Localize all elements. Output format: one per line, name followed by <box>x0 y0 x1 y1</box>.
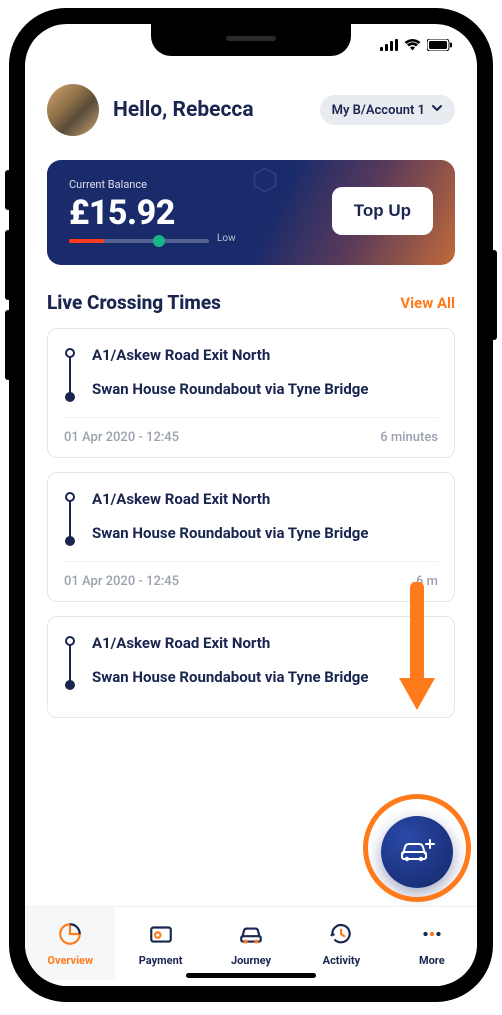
balance-label: Current Balance <box>69 178 332 191</box>
pie-chart-icon <box>57 921 83 950</box>
battery-icon <box>427 39 453 51</box>
route-line-icon <box>64 489 78 547</box>
avatar[interactable] <box>47 84 99 136</box>
tab-payment[interactable]: Payment <box>115 907 205 980</box>
crossing-card[interactable]: A1/Askew Road Exit North Swan House Roun… <box>47 616 455 718</box>
route-line-icon <box>64 345 78 403</box>
tab-label: Payment <box>139 954 183 967</box>
home-indicator[interactable] <box>186 973 316 978</box>
route-from: A1/Askew Road Exit North <box>92 345 438 365</box>
chevron-down-icon <box>431 102 443 118</box>
route-to: Swan House Roundabout via Tyne Bridge <box>92 379 438 399</box>
tutorial-arrow-icon <box>395 582 439 716</box>
car-plus-icon <box>399 836 435 868</box>
crossing-times-title: Live Crossing Times <box>47 291 221 314</box>
signal-icon <box>380 39 398 51</box>
tab-label: Activity <box>323 954 361 967</box>
tab-activity[interactable]: Activity <box>296 907 386 980</box>
tab-more[interactable]: More <box>387 907 477 980</box>
route-from: A1/Askew Road Exit North <box>92 489 438 509</box>
balance-card: Current Balance £15.92 Low Top Up <box>47 160 455 265</box>
route-to: Swan House Roundabout via Tyne Bridge <box>92 667 438 687</box>
history-icon <box>328 921 354 950</box>
account-selector-label: My B/Account 1 <box>332 103 425 118</box>
top-up-button[interactable]: Top Up <box>332 187 433 235</box>
account-selector[interactable]: My B/Account 1 <box>320 95 455 125</box>
wifi-icon <box>404 39 421 51</box>
wallet-icon <box>148 921 174 950</box>
balance-meter: Low <box>69 239 209 243</box>
crossing-card[interactable]: A1/Askew Road Exit North Swan House Roun… <box>47 472 455 602</box>
crossing-card[interactable]: A1/Askew Road Exit North Swan House Roun… <box>47 328 455 458</box>
route-time: 01 Apr 2020 - 12:45 <box>64 574 179 589</box>
balance-amount: £15.92 <box>69 193 332 233</box>
greeting-text: Hello, Rebecca <box>113 98 306 122</box>
balance-meter-label: Low <box>217 233 236 244</box>
route-line-icon <box>64 633 78 691</box>
more-dots-icon <box>419 921 445 950</box>
route-to: Swan House Roundabout via Tyne Bridge <box>92 523 438 543</box>
add-vehicle-fab[interactable] <box>381 816 453 888</box>
car-icon <box>238 921 264 950</box>
route-from: A1/Askew Road Exit North <box>92 633 438 653</box>
tab-journey[interactable]: Journey <box>206 907 296 980</box>
tab-label: More <box>419 954 445 967</box>
tab-overview[interactable]: Overview <box>25 907 115 980</box>
route-duration: 6 minutes <box>380 430 438 445</box>
tab-label: Overview <box>47 954 93 967</box>
view-all-link[interactable]: View All <box>400 294 455 312</box>
tab-label: Journey <box>231 954 271 967</box>
route-time: 01 Apr 2020 - 12:45 <box>64 430 179 445</box>
